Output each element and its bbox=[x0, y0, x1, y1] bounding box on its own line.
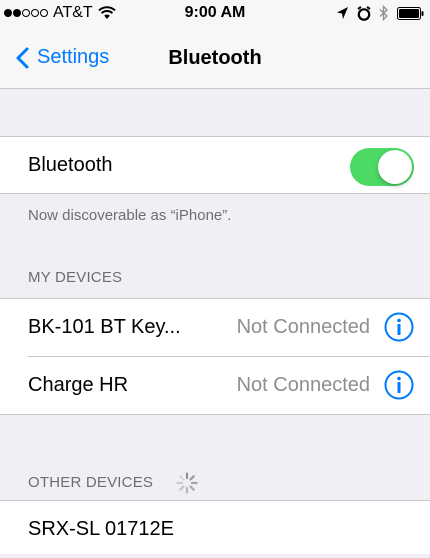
device-status: Not Connected bbox=[236, 315, 370, 338]
my-devices-header: MY DEVICES bbox=[28, 269, 123, 286]
navigation-bar: Settings Bluetooth bbox=[0, 28, 430, 89]
device-status: Not Connected bbox=[236, 373, 370, 396]
list-item[interactable]: SRX-SL 01712E bbox=[0, 500, 430, 558]
device-name: Charge HR bbox=[28, 373, 129, 396]
page-title: Bluetooth bbox=[168, 47, 262, 69]
info-icon[interactable] bbox=[384, 312, 414, 342]
bluetooth-toggle[interactable] bbox=[350, 148, 414, 186]
discoverable-text: Now discoverable as “iPhone”. bbox=[28, 207, 232, 224]
device-name: SRX-SL 01712E bbox=[28, 517, 175, 540]
loading-spinner-icon bbox=[176, 472, 198, 494]
status-bar: AT&T 9:00 AM bbox=[0, 0, 430, 28]
status-right bbox=[328, 5, 424, 21]
device-name: BK-101 BT Key... bbox=[28, 315, 181, 338]
toggle-knob bbox=[378, 150, 412, 184]
list-item[interactable]: BK-101 BT Key... Not Connected bbox=[0, 298, 430, 356]
bluetooth-label: Bluetooth bbox=[28, 153, 113, 176]
alarm-icon bbox=[357, 5, 371, 21]
list-item[interactable]: Charge HR Not Connected bbox=[0, 356, 430, 414]
location-icon bbox=[337, 7, 348, 19]
other-devices-header: OTHER DEVICES bbox=[28, 474, 154, 491]
bluetooth-toggle-group: Bluetooth bbox=[0, 136, 430, 194]
bluetooth-icon bbox=[379, 5, 388, 21]
info-icon[interactable] bbox=[384, 370, 414, 400]
battery-icon bbox=[397, 6, 424, 20]
bluetooth-toggle-row: Bluetooth bbox=[0, 136, 430, 194]
my-devices-list: BK-101 BT Key... Not Connected Charge HR… bbox=[0, 298, 430, 415]
other-devices-list: SRX-SL 01712E bbox=[0, 500, 430, 554]
